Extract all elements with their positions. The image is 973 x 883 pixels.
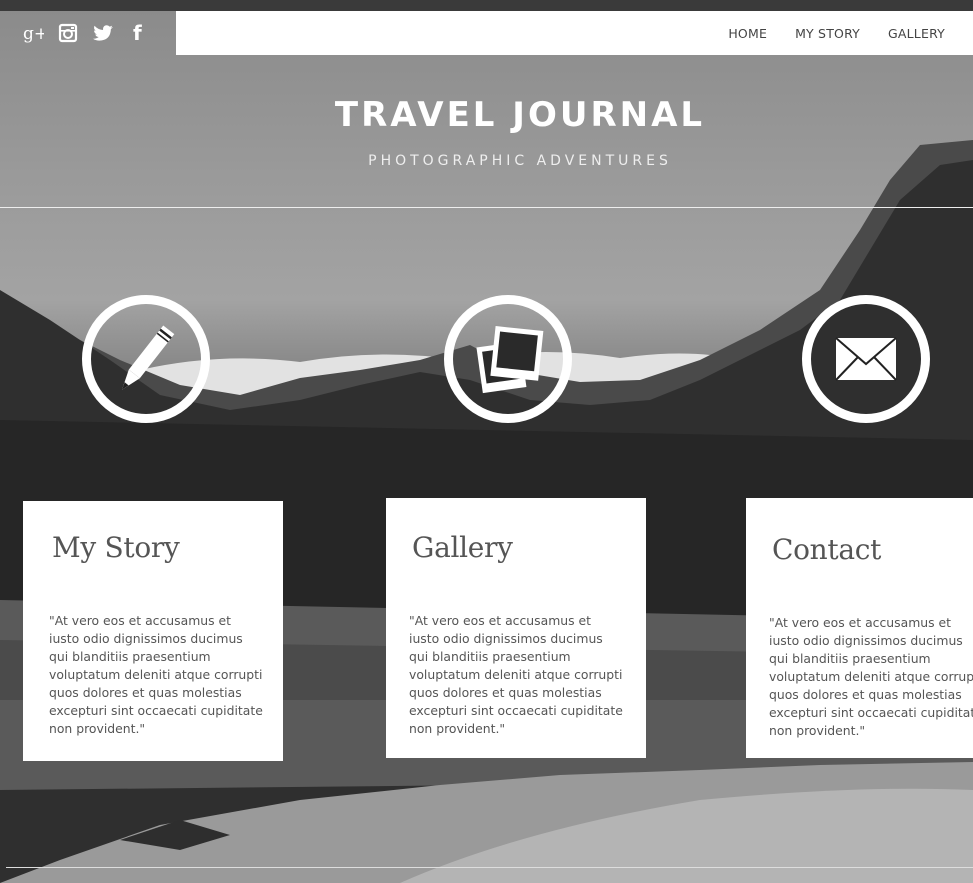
nav-item-home[interactable]: HOME (728, 26, 767, 41)
card-title[interactable]: Gallery (412, 531, 622, 564)
top-strip (0, 0, 973, 11)
site-subtitle: PHOTOGRAPHIC ADVENTURES (368, 153, 672, 169)
nav-item-my-story[interactable]: MY STORY (795, 26, 860, 41)
instagram-icon[interactable] (57, 22, 79, 44)
pencil-icon (121, 325, 175, 390)
facebook-glyph: f (133, 22, 142, 44)
card-text: "At vero eos et accusamus et iusto odio … (409, 613, 623, 736)
card-contact: Contact "At vero eos et accusamus et ius… (746, 498, 973, 758)
card-my-story: My Story "At vero eos et accusamus et iu… (23, 501, 283, 761)
header-divider (0, 207, 973, 208)
social-links: g+ f (0, 11, 176, 55)
my-story-circle[interactable] (82, 295, 210, 423)
card-gallery: Gallery "At vero eos et accusamus et ius… (386, 498, 646, 758)
contact-circle[interactable] (802, 295, 930, 423)
google-plus-glyph: g+ (23, 24, 44, 44)
site-title: TRAVEL JOURNAL (334, 95, 706, 135)
nav-item-gallery[interactable]: GALLERY (888, 26, 945, 41)
main-nav: HOME MY STORY GALLERY (176, 11, 973, 55)
card-text: "At vero eos et accusamus et iusto odio … (49, 613, 263, 736)
photos-icon (476, 326, 544, 394)
facebook-icon[interactable]: f (127, 22, 149, 44)
footer-divider (6, 867, 973, 868)
twitter-icon[interactable] (92, 22, 114, 44)
envelope-icon (835, 337, 897, 381)
card-title[interactable]: Contact (772, 533, 973, 566)
card-title[interactable]: My Story (52, 531, 259, 564)
card-text: "At vero eos et accusamus et iusto odio … (769, 615, 973, 738)
google-plus-icon[interactable]: g+ (22, 22, 44, 44)
gallery-circle[interactable] (444, 295, 572, 423)
